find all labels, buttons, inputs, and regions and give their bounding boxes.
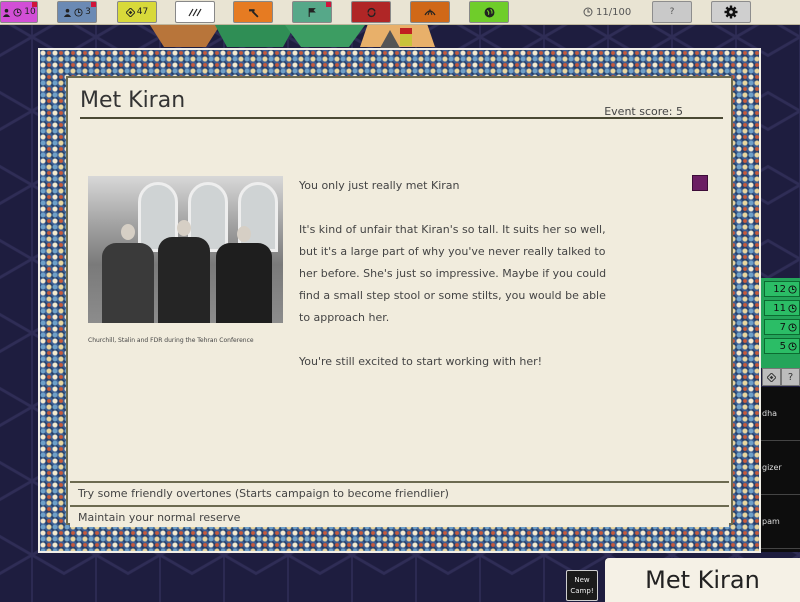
resource-arms[interactable] (292, 1, 332, 23)
character-color-marker (692, 175, 708, 191)
gear-icon (724, 5, 738, 19)
event-title-plate: Met Kiran (605, 558, 800, 602)
writing-icon (188, 8, 202, 16)
counter-value: 12 (773, 283, 786, 295)
resource-value: 10 (24, 7, 36, 17)
clock-icon (13, 7, 22, 17)
new-camp-label: Camp! (570, 587, 594, 595)
event-option-reserve[interactable]: Maintain your normal reserve (70, 505, 729, 527)
resource-trade[interactable] (410, 1, 450, 23)
cycle-icon (366, 7, 376, 17)
resource-people[interactable]: 10 (0, 1, 38, 23)
turn-counter: 11/100 (583, 4, 631, 20)
event-option-friendly[interactable]: Try some friendly overtones (Starts camp… (70, 481, 729, 503)
event-description: You only just really met Kiran It's kind… (299, 175, 619, 395)
list-item[interactable]: dha (760, 387, 800, 441)
clock-icon (788, 322, 797, 332)
resource-value: 47 (136, 7, 149, 17)
clock-icon (788, 341, 797, 351)
resource-writing[interactable] (175, 1, 215, 23)
event-paragraph: It's kind of unfair that Kiran's so tall… (299, 223, 607, 324)
person-icon (3, 8, 11, 17)
map-tile-terrain (150, 25, 220, 47)
event-dialog: Met Kiran Event score: 5 Churchill, Stal… (38, 48, 761, 553)
event-paragraph: You're still excited to start working wi… (299, 355, 543, 368)
counter-row[interactable]: 11 (764, 300, 800, 316)
event-paragraph: You only just really met Kiran (299, 179, 460, 192)
clock-icon (74, 7, 83, 17)
settings-button[interactable] (711, 1, 751, 23)
photo-caption: Churchill, Stalin and FDR during the Teh… (88, 337, 254, 344)
side-icon-bar: ? (762, 368, 800, 386)
divider (80, 117, 723, 119)
side-counter-panel: 12 11 7 5 (760, 278, 800, 368)
counter-row[interactable]: 5 (764, 338, 800, 354)
map-unit-marker[interactable] (400, 28, 412, 46)
clock-icon (788, 284, 797, 294)
event-dialog-content: Met Kiran Event score: 5 Churchill, Stal… (66, 76, 733, 527)
help-button[interactable]: ? (652, 1, 692, 23)
resource-build[interactable] (233, 1, 273, 23)
resource-globe[interactable] (469, 1, 509, 23)
trade-icon (424, 8, 436, 16)
counter-row[interactable]: 12 (764, 281, 800, 297)
clock-icon (788, 303, 797, 313)
resource-time[interactable]: 3 (57, 1, 97, 23)
side-list: dha gizer pam (760, 387, 800, 552)
globe-icon (484, 7, 494, 17)
counter-value: 11 (773, 302, 786, 314)
hammer-icon (248, 8, 259, 18)
counter-value: 7 (779, 321, 786, 333)
map-tile-terrain (285, 25, 365, 47)
new-camp-button[interactable]: New Camp! (566, 570, 598, 601)
diamond-icon (125, 7, 135, 17)
resource-bar: 10 3 47 11/100 ? (0, 0, 800, 25)
map-tile-terrain (215, 25, 295, 47)
resource-value: 3 (85, 7, 91, 17)
event-title: Met Kiran (80, 88, 186, 113)
person-icon (64, 8, 72, 17)
question-icon[interactable]: ? (781, 368, 800, 386)
counter-row[interactable]: 7 (764, 319, 800, 335)
list-item[interactable]: gizer (760, 441, 800, 495)
resource-influence[interactable]: 47 (117, 1, 157, 23)
event-photo (88, 176, 283, 323)
new-camp-label: New (574, 576, 590, 584)
clock-icon (583, 7, 593, 17)
resource-cycle[interactable] (351, 1, 391, 23)
diamond-icon[interactable] (762, 368, 781, 386)
counter-value: 5 (779, 340, 786, 352)
turn-counter-value: 11/100 (596, 6, 632, 18)
list-item[interactable]: pam (760, 495, 800, 549)
flag-icon (308, 7, 316, 17)
